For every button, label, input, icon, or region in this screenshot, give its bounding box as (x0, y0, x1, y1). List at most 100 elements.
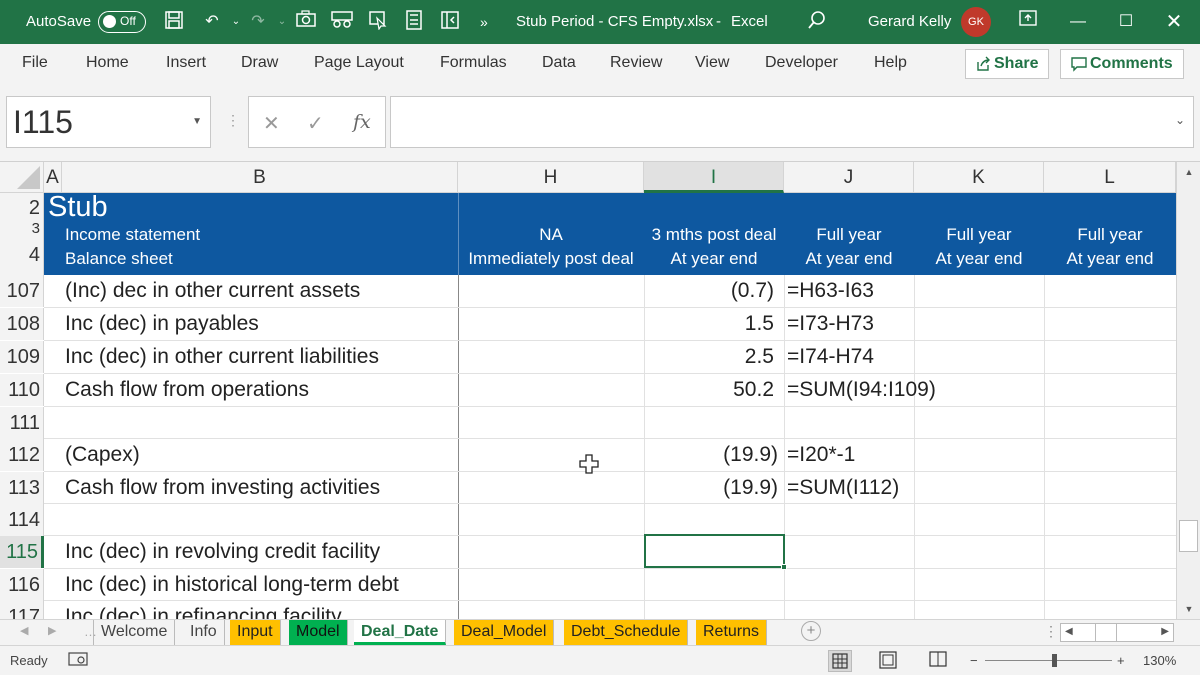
column-header-j[interactable]: J (784, 162, 914, 193)
camera-icon[interactable] (294, 10, 318, 34)
save-icon[interactable] (162, 10, 186, 34)
row-value[interactable]: 2.5 (644, 341, 774, 373)
row-label[interactable]: Inc (dec) in other current liabilities (65, 341, 379, 373)
next-sheet-icon[interactable]: ▶ (48, 624, 56, 637)
select-all-corner[interactable] (0, 162, 44, 193)
insert-function-icon[interactable]: fx (353, 111, 371, 133)
fill-handle[interactable] (781, 564, 787, 570)
row-header[interactable]: 111 (0, 407, 44, 439)
enter-icon[interactable]: ✓ (307, 111, 324, 136)
row-header-selected[interactable]: 115 (0, 536, 44, 568)
tab-data[interactable]: Data (542, 44, 576, 84)
tab-help[interactable]: Help (874, 44, 907, 84)
row-formula[interactable]: =SUM(I94:I109) (787, 374, 936, 406)
row-label[interactable]: Cash flow from investing activities (65, 472, 380, 504)
tab-draw[interactable]: Draw (241, 44, 278, 84)
tab-splitter-icon[interactable]: ⋮ (1044, 623, 1058, 640)
page-layout-view-icon[interactable] (878, 651, 898, 672)
name-box-dropdown-icon[interactable]: ▼ (192, 97, 202, 147)
maximize-icon[interactable]: ☐ (1102, 0, 1150, 44)
cancel-icon[interactable]: ✕ (263, 111, 280, 136)
scroll-left-icon[interactable]: ◀ (1065, 626, 1073, 637)
row-label[interactable]: (Capex) (65, 439, 140, 471)
zoom-in-icon[interactable]: + (1117, 653, 1125, 668)
scroll-up-icon[interactable]: ▲ (1181, 164, 1197, 180)
scroll-right-icon[interactable]: ▶ (1161, 626, 1169, 637)
row-formula[interactable]: =I74-H74 (787, 341, 874, 373)
tab-home[interactable]: Home (86, 44, 129, 84)
share-button[interactable]: Share (965, 49, 1049, 79)
sheet-tab-returns[interactable]: Returns (696, 620, 768, 645)
column-header-b[interactable]: B (62, 162, 458, 193)
row-header-3[interactable]: 3 (0, 223, 44, 235)
row-header[interactable]: 109 (0, 341, 44, 373)
ribbon-display-icon[interactable] (1016, 10, 1040, 34)
row-header[interactable]: 110 (0, 374, 44, 406)
row-formula[interactable]: =SUM(I112) (787, 472, 899, 504)
row-label[interactable]: Inc (dec) in refinancing facility (65, 601, 342, 619)
page-break-view-icon[interactable] (928, 651, 948, 672)
name-box[interactable]: I115 ▼ (6, 96, 211, 148)
drag-handle-icon[interactable]: ⋮ (226, 112, 240, 129)
row-header[interactable]: 116 (0, 569, 44, 601)
tab-review[interactable]: Review (610, 44, 662, 84)
comments-button[interactable]: Comments (1060, 49, 1184, 79)
zoom-out-icon[interactable]: − (970, 653, 978, 668)
sheet-tab-model[interactable]: Model (289, 620, 348, 645)
row-formula[interactable]: =I20*-1 (787, 439, 855, 471)
tab-insert[interactable]: Insert (166, 44, 206, 84)
zoom-level[interactable]: 130% (1143, 653, 1176, 668)
row-header[interactable]: 113 (0, 472, 44, 504)
row-header-2[interactable]: 2 (0, 193, 44, 223)
avatar[interactable]: GK (961, 7, 991, 37)
zoom-slider-thumb[interactable] (1052, 654, 1057, 667)
row-header[interactable]: 107 (0, 275, 44, 307)
horizontal-scrollbar[interactable]: ◀ ▶ (1060, 623, 1174, 642)
minimize-icon[interactable]: — (1054, 0, 1102, 44)
row-header[interactable]: 117 (0, 601, 44, 619)
row-value[interactable]: (0.7) (644, 275, 774, 307)
formula-input[interactable]: ⌄ (390, 96, 1194, 148)
macro-record-icon[interactable] (68, 651, 88, 670)
sheet-tab-info[interactable]: Info (183, 620, 225, 645)
scrollbar-thumb[interactable] (1179, 520, 1198, 552)
redo-icon[interactable]: ↷ (246, 10, 270, 34)
close-icon[interactable]: ✕ (1150, 0, 1198, 44)
tab-developer[interactable]: Developer (765, 44, 838, 84)
row-value[interactable]: 1.5 (644, 308, 774, 340)
row-header[interactable]: 114 (0, 504, 44, 536)
tab-formulas[interactable]: Formulas (440, 44, 507, 84)
scroll-down-icon[interactable]: ▼ (1181, 601, 1197, 617)
normal-view-icon[interactable] (828, 650, 852, 672)
row-label[interactable]: Inc (dec) in historical long-term debt (65, 569, 399, 601)
column-header-h[interactable]: H (458, 162, 644, 193)
row-value[interactable]: (19.9) (644, 472, 778, 504)
horizontal-scroll-thumb[interactable] (1095, 624, 1117, 641)
tab-view[interactable]: View (695, 44, 729, 84)
active-cell-i115[interactable] (644, 534, 787, 570)
vertical-scrollbar[interactable]: ▲ ▼ (1176, 162, 1200, 619)
row-header-4[interactable]: 4 (0, 235, 44, 275)
sheet-tab-deal-date[interactable]: Deal_Date (354, 620, 447, 645)
expand-formula-icon[interactable]: ⌄ (1175, 113, 1185, 127)
tab-page-layout[interactable]: Page Layout (314, 44, 404, 84)
sheet-tab-input[interactable]: Input (230, 620, 281, 645)
prev-sheet-icon[interactable]: ◀ (20, 624, 28, 637)
spreadsheet-grid[interactable]: A B H I J K L 2 3 4 Stub Income statemen… (0, 162, 1176, 619)
more-commands-icon[interactable]: » (480, 0, 488, 44)
tab-file[interactable]: File (22, 44, 48, 84)
autosave-toggle[interactable]: Off (98, 11, 146, 33)
zoom-slider-track[interactable] (985, 660, 1112, 661)
column-header-i[interactable]: I (644, 162, 784, 193)
exit-icon[interactable] (438, 10, 462, 34)
row-label[interactable]: (Inc) dec in other current assets (65, 275, 360, 307)
row-label[interactable]: Inc (dec) in payables (65, 308, 259, 340)
column-header-k[interactable]: K (914, 162, 1044, 193)
row-label[interactable]: Cash flow from operations (65, 374, 309, 406)
sheet-tab-debt-schedule[interactable]: Debt_Schedule (564, 620, 689, 645)
redo-dropdown-icon[interactable]: ⌄ (270, 10, 294, 34)
column-header-a[interactable]: A (44, 162, 62, 193)
sheet-tab-deal-model[interactable]: Deal_Model (454, 620, 555, 645)
row-label[interactable]: Inc (dec) in revolving credit facility (65, 536, 380, 568)
add-sheet-icon[interactable]: + (801, 621, 821, 641)
